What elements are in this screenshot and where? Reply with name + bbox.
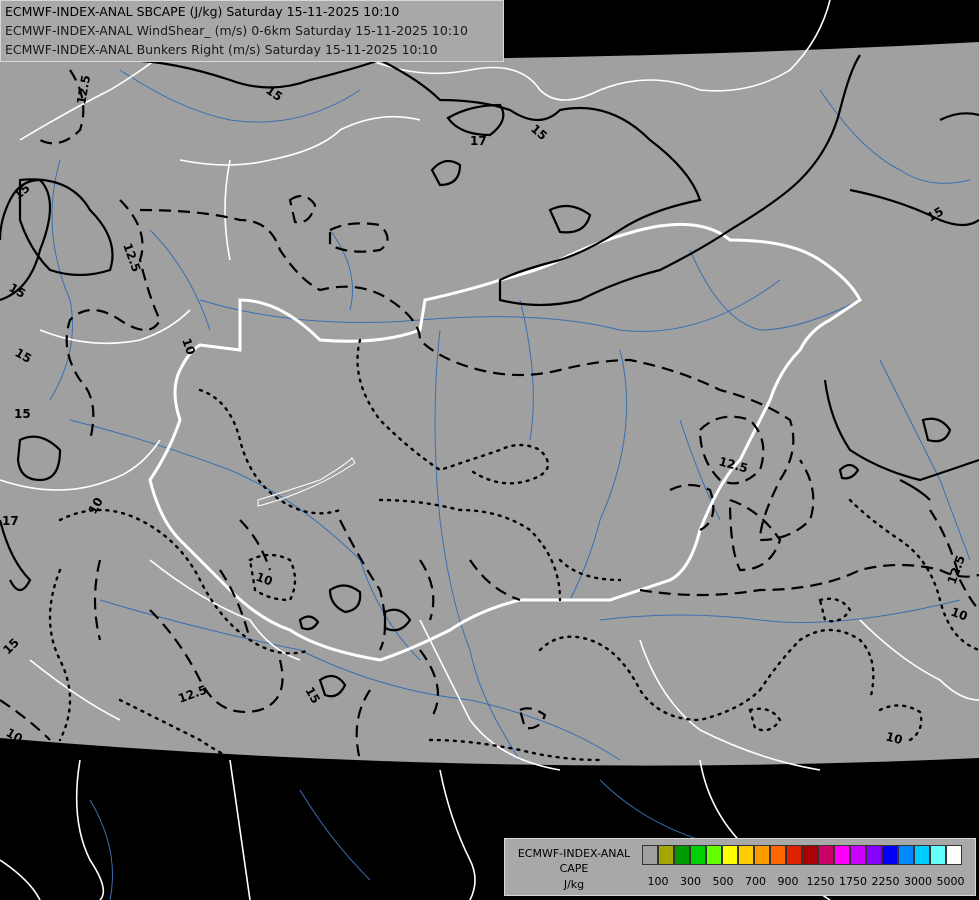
legend-swatch	[834, 845, 850, 865]
legend-tick-label: 5000	[936, 875, 965, 888]
legend-swatch	[866, 845, 882, 865]
contour-label: 17	[470, 134, 487, 148]
map-title-block: ECMWF-INDEX-ANAL SBCAPE (J/kg) Saturday …	[0, 0, 504, 62]
legend-swatch	[914, 845, 930, 865]
legend-swatch	[818, 845, 834, 865]
legend-swatch	[706, 845, 722, 865]
legend-swatch	[850, 845, 866, 865]
legend-tick-label: 1750	[839, 875, 867, 888]
legend-swatch	[674, 845, 690, 865]
legend-ticks: 100 300 500 700 900 1250 1750 2250 3000 5000	[642, 875, 972, 889]
legend-swatch	[770, 845, 786, 865]
legend-variable: CAPE	[559, 862, 589, 875]
legend-swatch	[882, 845, 898, 865]
model-domain	[0, 42, 979, 766]
legend-tick-label: 2250	[871, 875, 900, 888]
cape-legend: ECMWF-INDEX-ANAL CAPE J/kg 100 300 500 700 9…	[504, 838, 976, 896]
legend-source: ECMWF-INDEX-ANAL	[517, 847, 631, 860]
legend-tick-label: 3000	[904, 875, 932, 888]
legend-swatch	[722, 845, 738, 865]
legend-tick-label: 300	[680, 875, 701, 888]
title-windshear: ECMWF-INDEX-ANAL WindShear_ (m/s) 0-6km …	[5, 23, 468, 38]
legend-tick-label: 500	[712, 875, 734, 888]
legend-color-scale	[642, 845, 962, 865]
legend-swatch	[738, 845, 754, 865]
legend-swatch	[802, 845, 818, 865]
title-bunkers: ECMWF-INDEX-ANAL Bunkers Right (m/s) Sat…	[5, 42, 438, 57]
weather-map: 12.5 15 17 15 15 12.5 15 15 15 10 17 15 …	[0, 0, 979, 900]
legend-swatch	[786, 845, 802, 865]
legend-tick-label: 1250	[806, 875, 835, 888]
legend-tick-label: 100	[647, 875, 669, 888]
legend-tick-label: 900	[777, 875, 799, 888]
contour-label: 15	[14, 407, 31, 421]
legend-swatch	[690, 845, 706, 865]
legend-swatch	[658, 845, 674, 865]
legend-swatch	[642, 845, 658, 865]
legend-swatch	[898, 845, 914, 865]
legend-swatch	[754, 845, 770, 865]
legend-swatch	[930, 845, 946, 865]
legend-swatch	[946, 845, 962, 865]
legend-unit: J/kg	[563, 878, 585, 891]
contour-label: 17	[2, 514, 19, 528]
legend-tick-label: 700	[745, 875, 766, 888]
title-sbcape: ECMWF-INDEX-ANAL SBCAPE (J/kg) Saturday …	[5, 4, 400, 19]
